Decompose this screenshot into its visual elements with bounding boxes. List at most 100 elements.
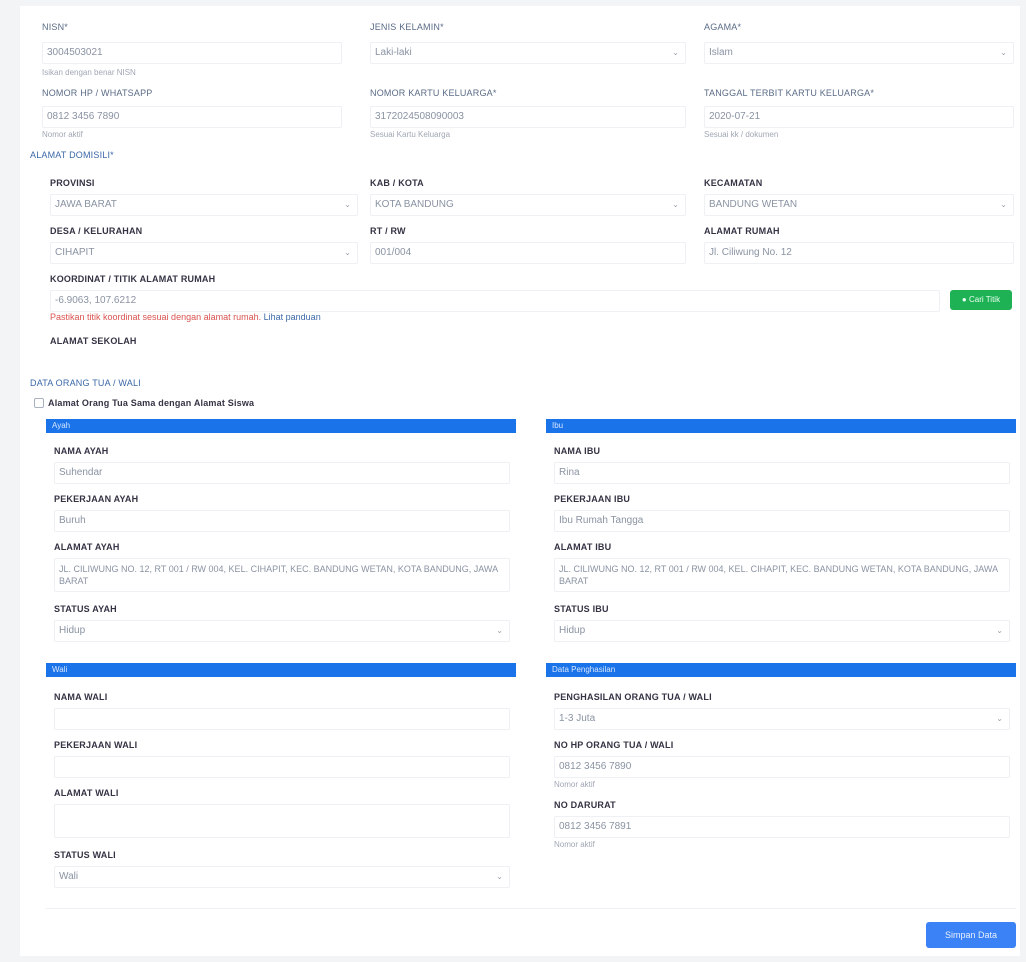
father-job-input[interactable]: Buruh — [54, 510, 510, 532]
rt-rw-input[interactable]: 001/004 — [370, 242, 686, 264]
mother-status-select[interactable]: Hidup ⌄ — [554, 620, 1010, 642]
mother-status-label: STATUS IBU — [554, 604, 609, 614]
village-select[interactable]: CIHAPIT ⌄ — [50, 242, 358, 264]
home-address-label: ALAMAT RUMAH — [704, 226, 780, 236]
address-section-title: ALAMAT DOMISILI* — [30, 150, 114, 160]
income-value: 1-3 Juta — [559, 713, 596, 724]
city-select[interactable]: KOTA BANDUNG ⌄ — [370, 194, 686, 216]
school-address-label: ALAMAT SEKOLAH — [50, 336, 137, 346]
chevron-down-icon: ⌄ — [1000, 48, 1007, 57]
coordinate-warning: Pastikan titik koordinat sesuai dengan a… — [50, 312, 321, 322]
coordinate-label: KOORDINAT / TITIK ALAMAT RUMAH — [50, 274, 216, 284]
chevron-down-icon: ⌄ — [496, 872, 503, 881]
father-job-label: PEKERJAAN AYAH — [54, 494, 139, 504]
father-status-value: Hidup — [59, 625, 86, 636]
nisn-label: NISN* — [42, 22, 69, 32]
rt-rw-label: RT / RW — [370, 226, 406, 236]
province-select[interactable]: JAWA BARAT ⌄ — [50, 194, 358, 216]
kk-date-label: TANGGAL TERBIT KARTU KELUARGA* — [704, 88, 875, 98]
father-status-label: STATUS AYAH — [54, 604, 117, 614]
province-value: JAWA BARAT — [55, 199, 117, 210]
province-label: PROVINSI — [50, 178, 95, 188]
father-name-label: NAMA AYAH — [54, 446, 109, 456]
father-name-input[interactable]: Suhendar — [54, 462, 510, 484]
find-coordinate-label: Cari Titik — [968, 295, 1001, 304]
same-address-label: Alamat Orang Tua Sama dengan Alamat Sisw… — [48, 398, 255, 408]
coordinate-guide-link[interactable]: Lihat panduan — [264, 312, 321, 322]
gender-label: JENIS KELAMIN* — [370, 22, 444, 32]
chevron-down-icon: ⌄ — [672, 48, 679, 57]
guardian-header: Wali — [46, 663, 516, 677]
guardian-address-label: ALAMAT WALI — [54, 788, 119, 798]
mother-name-input[interactable]: Rina — [554, 462, 1010, 484]
coordinate-input[interactable]: -6.9063, 107.6212 — [50, 290, 940, 312]
district-select[interactable]: BANDUNG WETAN ⌄ — [704, 194, 1014, 216]
guardian-job-input[interactable] — [54, 756, 510, 778]
kk-number-label: NOMOR KARTU KELUARGA* — [370, 88, 497, 98]
city-value: KOTA BANDUNG — [375, 199, 454, 210]
guardian-name-label: NAMA WALI — [54, 692, 108, 702]
income-select[interactable]: 1-3 Juta ⌄ — [554, 708, 1010, 730]
parent-phone-hint: Nomor aktif — [554, 780, 595, 789]
father-header: Ayah — [46, 419, 516, 433]
phone-hint: Nomor aktif — [42, 130, 83, 139]
guardian-status-select[interactable]: Wali ⌄ — [54, 866, 510, 888]
guardian-name-input[interactable] — [54, 708, 510, 730]
chevron-down-icon: ⌄ — [496, 626, 503, 635]
guardian-status-label: STATUS WALI — [54, 850, 116, 860]
nisn-input[interactable]: 3004503021 — [42, 42, 342, 64]
kk-date-hint: Sesuai kk / dokumen — [704, 130, 779, 139]
chevron-down-icon: ⌄ — [344, 200, 351, 209]
emergency-phone-label: NO DARURAT — [554, 800, 616, 810]
gender-value: Laki-laki — [375, 47, 412, 58]
mother-status-value: Hidup — [559, 625, 586, 636]
village-value: CIHAPIT — [55, 247, 95, 258]
mother-name-label: NAMA IBU — [554, 446, 601, 456]
mother-job-label: PEKERJAAN IBU — [554, 494, 631, 504]
coordinate-warning-text: Pastikan titik koordinat sesuai dengan a… — [50, 312, 262, 322]
father-status-select[interactable]: Hidup ⌄ — [54, 620, 510, 642]
religion-select[interactable]: Islam ⌄ — [704, 42, 1014, 64]
chevron-down-icon: ⌄ — [996, 626, 1003, 635]
father-address-textarea[interactable]: JL. CILIWUNG NO. 12, RT 001 / RW 004, KE… — [54, 558, 510, 592]
guardian-address-textarea[interactable] — [54, 804, 510, 838]
home-address-input[interactable]: Jl. Ciliwung No. 12 — [704, 242, 1014, 264]
income-label: PENGHASILAN ORANG TUA / WALI — [554, 692, 712, 702]
find-coordinate-button[interactable]: ● Cari Titik — [950, 290, 1012, 310]
chevron-down-icon: ⌄ — [672, 200, 679, 209]
phone-label: NOMOR HP / WHATSAPP — [42, 88, 153, 98]
kk-number-hint: Sesuai Kartu Keluarga — [370, 130, 451, 139]
chevron-down-icon: ⌄ — [996, 714, 1003, 723]
emergency-phone-input[interactable]: 0812 3456 7891 — [554, 816, 1010, 838]
same-address-checkbox[interactable] — [34, 398, 44, 408]
parent-phone-input[interactable]: 0812 3456 7890 — [554, 756, 1010, 778]
chevron-down-icon: ⌄ — [1000, 200, 1007, 209]
nisn-hint: Isikan dengan benar NISN — [42, 68, 136, 77]
religion-value: Islam — [709, 47, 733, 58]
district-label: KECAMATAN — [704, 178, 763, 188]
mother-header: Ibu — [546, 419, 1016, 433]
kk-number-input[interactable]: 3172024508090003 — [370, 106, 686, 128]
location-pin-icon: ● — [961, 295, 969, 304]
gender-select[interactable]: Laki-laki ⌄ — [370, 42, 686, 64]
district-value: BANDUNG WETAN — [709, 199, 798, 210]
guardian-status-value: Wali — [59, 871, 79, 882]
emergency-phone-hint: Nomor aktif — [554, 840, 595, 849]
kk-date-input[interactable]: 2020-07-21 — [704, 106, 1014, 128]
guardian-job-label: PEKERJAAN WALI — [54, 740, 138, 750]
mother-address-textarea[interactable]: JL. CILIWUNG NO. 12, RT 001 / RW 004, KE… — [554, 558, 1010, 592]
form-page: NISN* 3004503021 Isikan dengan benar NIS… — [20, 6, 1020, 956]
phone-input[interactable]: 0812 3456 7890 — [42, 106, 342, 128]
father-address-label: ALAMAT AYAH — [54, 542, 120, 552]
city-label: KAB / KOTA — [370, 178, 424, 188]
parent-section-title: DATA ORANG TUA / WALI — [30, 378, 141, 388]
mother-address-label: ALAMAT IBU — [554, 542, 612, 552]
submit-button[interactable]: Simpan Data — [926, 922, 1016, 948]
mother-job-input[interactable]: Ibu Rumah Tangga — [554, 510, 1010, 532]
village-label: DESA / KELURAHAN — [50, 226, 143, 236]
income-header: Data Penghasilan — [546, 663, 1016, 677]
parent-phone-label: NO HP ORANG TUA / WALI — [554, 740, 674, 750]
footer-divider — [46, 908, 1016, 909]
chevron-down-icon: ⌄ — [344, 248, 351, 257]
religion-label: AGAMA* — [704, 22, 742, 32]
